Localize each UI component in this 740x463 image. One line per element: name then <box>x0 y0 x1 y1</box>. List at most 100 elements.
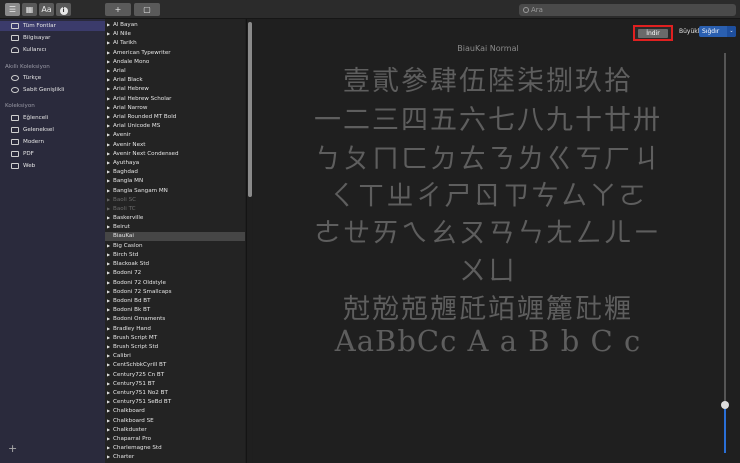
font-list-item[interactable]: ▶ Arial Hebrew Scholar <box>105 94 245 103</box>
font-list-item[interactable]: ▶ Century751 BT <box>105 379 245 388</box>
disclosure-triangle-icon[interactable]: ▶ <box>107 121 111 130</box>
sidebar-item-computer[interactable]: Bilgisayar <box>0 33 105 43</box>
font-list-item[interactable]: ▶ Blackoak Std <box>105 259 245 268</box>
font-list-item[interactable]: ▶ Andale Mono <box>105 57 245 66</box>
disclosure-triangle-icon[interactable]: ▶ <box>107 388 111 397</box>
disclosure-triangle-icon[interactable]: ▶ <box>107 149 111 158</box>
font-list-item[interactable]: ▶ Baoli TC <box>105 204 245 213</box>
disclosure-triangle-icon[interactable]: ▶ <box>107 406 111 415</box>
disclosure-triangle-icon[interactable]: ▶ <box>107 75 111 84</box>
size-slider-knob[interactable] <box>721 401 729 409</box>
font-list-item[interactable]: ▶ Bradley Hand <box>105 324 245 333</box>
font-list-item[interactable]: ▶ Bodoni 72 <box>105 268 245 277</box>
font-list-item[interactable]: ▶ Birch Std <box>105 250 245 259</box>
disclosure-triangle-icon[interactable]: ▶ <box>107 112 111 121</box>
disclosure-triangle-icon[interactable]: ▶ <box>107 452 111 461</box>
font-list-item[interactable]: ▶ Bodoni Ornaments <box>105 314 245 323</box>
disclosure-triangle-icon[interactable]: ▶ <box>107 379 111 388</box>
sidebar-item-user[interactable]: Kullanıcı <box>0 45 105 55</box>
font-list-item[interactable]: ▶ Bodoni 72 Oldstyle <box>105 278 245 287</box>
disclosure-triangle-icon[interactable]: ▶ <box>107 314 111 323</box>
font-list-item[interactable]: ▶ Brush Script MT <box>105 333 245 342</box>
disclosure-triangle-icon[interactable]: ▶ <box>107 342 111 351</box>
disclosure-triangle-icon[interactable]: ▶ <box>107 425 111 434</box>
disclosure-triangle-icon[interactable]: ▶ <box>107 370 111 379</box>
disclosure-triangle-icon[interactable]: ▶ <box>107 66 111 75</box>
disclosure-triangle-icon[interactable]: ▶ <box>107 259 111 268</box>
font-list-item[interactable]: ▶ Arial Unicode MS <box>105 121 245 130</box>
disclosure-triangle-icon[interactable]: ▶ <box>107 213 111 222</box>
font-list-item[interactable]: ▶ Baghdad <box>105 167 245 176</box>
size-slider[interactable] <box>721 53 729 453</box>
disclosure-triangle-icon[interactable]: ▶ <box>107 176 111 185</box>
sidebar-item-modern[interactable]: Modern <box>0 137 105 147</box>
font-list-item[interactable]: ▶ Baoli SC <box>105 195 245 204</box>
disclosure-triangle-icon[interactable]: ▶ <box>107 84 111 93</box>
font-list-item[interactable]: ▶ Arial Black <box>105 75 245 84</box>
font-list-item[interactable]: ▶ Avenir Next Condensed <box>105 149 245 158</box>
font-list-item[interactable]: ▶ American Typewriter <box>105 48 245 57</box>
sidebar-item-traditional[interactable]: Geleneksel <box>0 125 105 135</box>
sidebar-toggle-button[interactable]: ☰ <box>5 3 20 16</box>
sidebar-item-fun[interactable]: Eğlenceli <box>0 113 105 123</box>
disclosure-triangle-icon[interactable]: ▶ <box>107 140 111 149</box>
font-list-item[interactable]: ▶ Chalkduster <box>105 425 245 434</box>
font-list-item[interactable]: ▶ Charlemagne Std <box>105 443 245 452</box>
disclosure-triangle-icon[interactable]: ▶ <box>107 20 111 29</box>
font-list-item[interactable]: ▶ Brush Script Std <box>105 342 245 351</box>
font-list-item[interactable]: ▶ Al Bayan <box>105 20 245 29</box>
disclosure-triangle-icon[interactable]: ▶ <box>107 305 111 314</box>
font-list-item[interactable]: ▶ Beirut <box>105 222 245 231</box>
sidebar-item-fixed-width[interactable]: Sabit Genişlikli <box>0 85 105 95</box>
sample-view-button[interactable]: Aa <box>39 3 54 16</box>
font-list-item[interactable]: ▶ Bangla Sangam MN <box>105 186 245 195</box>
font-list-item[interactable]: ▶ Bodoni Bk BT <box>105 305 245 314</box>
disclosure-triangle-icon[interactable]: ▶ <box>107 287 111 296</box>
disclosure-triangle-icon[interactable]: ▶ <box>107 130 111 139</box>
font-list-scrollbar[interactable] <box>246 19 252 463</box>
font-list-item[interactable]: ▶ Century751 No2 BT <box>105 388 245 397</box>
search-input[interactable]: Ara <box>519 4 736 16</box>
disclosure-triangle-icon[interactable]: ▶ <box>107 38 111 47</box>
download-button[interactable]: İndir <box>633 25 673 41</box>
disclosure-triangle-icon[interactable]: ▶ <box>107 94 111 103</box>
sidebar-item-all-fonts[interactable]: Tüm Fontlar <box>0 21 105 31</box>
font-list-item[interactable]: ▶ Century725 Cn BT <box>105 370 245 379</box>
sidebar-item-turkish[interactable]: Türkçe <box>0 73 105 83</box>
disclosure-triangle-icon[interactable]: ▶ <box>107 195 111 204</box>
disclosure-triangle-icon[interactable]: ▶ <box>107 324 111 333</box>
font-list-item[interactable]: ▶ Al Tarikh <box>105 38 245 47</box>
font-list-item[interactable]: ▶ Baskerville <box>105 213 245 222</box>
disclosure-triangle-icon[interactable]: ▶ <box>107 443 111 452</box>
font-list-item[interactable]: ▶ Arial <box>105 66 245 75</box>
disclosure-triangle-icon[interactable]: ▶ <box>107 250 111 259</box>
font-list-item[interactable]: ▶ CentSchbkCyrill BT <box>105 360 245 369</box>
disclosure-triangle-icon[interactable]: ▶ <box>107 222 111 231</box>
font-list-item[interactable]: BiauKai <box>105 231 245 241</box>
disclosure-triangle-icon[interactable]: ▶ <box>107 268 111 277</box>
font-list-item[interactable]: ▶ Century751 SeBd BT <box>105 397 245 406</box>
font-list-item[interactable]: ▶ Bodoni 72 Smallcaps <box>105 287 245 296</box>
font-list-item[interactable]: ▶ Big Caslon <box>105 241 245 250</box>
disclosure-triangle-icon[interactable]: ▶ <box>107 434 111 443</box>
disclosure-triangle-icon[interactable]: ▶ <box>107 103 111 112</box>
font-list-item[interactable]: ▶ Arial Narrow <box>105 103 245 112</box>
font-list-item[interactable]: ▶ Chalkboard SE <box>105 416 245 425</box>
disclosure-triangle-icon[interactable]: ▶ <box>107 278 111 287</box>
scrollbar-thumb[interactable] <box>248 22 252 197</box>
font-list-item[interactable]: ▶ Chalkboard <box>105 406 245 415</box>
font-list-item[interactable]: ▶ Chaparral Pro <box>105 434 245 443</box>
font-list-item[interactable]: ▶ Ayuthaya <box>105 158 245 167</box>
sidebar-item-web[interactable]: Web <box>0 161 105 171</box>
disclosure-triangle-icon[interactable]: ▶ <box>107 333 111 342</box>
font-list-item[interactable]: ▶ Arial Rounded MT Bold <box>105 112 245 121</box>
font-list-item[interactable]: ▶ Charter <box>105 452 245 461</box>
add-collection-button[interactable]: + <box>8 442 17 455</box>
disclosure-triangle-icon[interactable]: ▶ <box>107 397 111 406</box>
disclosure-triangle-icon[interactable]: ▶ <box>107 204 111 213</box>
disclosure-triangle-icon[interactable]: ▶ <box>107 416 111 425</box>
disclosure-triangle-icon[interactable]: ▶ <box>107 186 111 195</box>
disclosure-triangle-icon[interactable]: ▶ <box>107 57 111 66</box>
add-font-button[interactable]: + <box>105 3 131 16</box>
disclosure-triangle-icon[interactable]: ▶ <box>107 241 111 250</box>
